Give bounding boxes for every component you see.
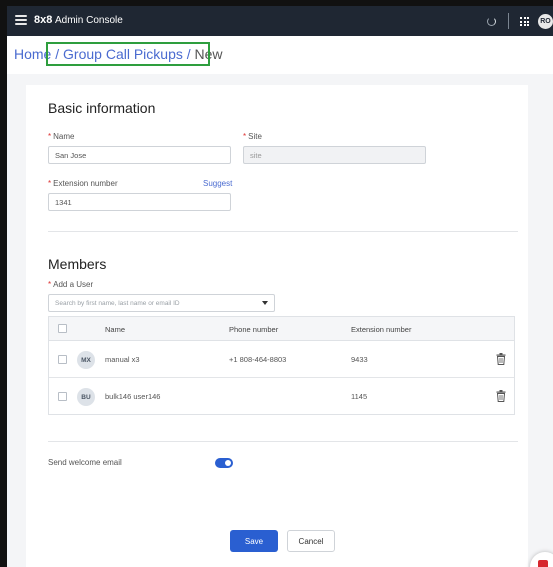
site-input: site bbox=[243, 146, 426, 164]
trash-icon[interactable] bbox=[496, 353, 506, 365]
loading-spinner-icon bbox=[487, 17, 496, 26]
highlight-box bbox=[46, 42, 210, 66]
basic-information-title: Basic information bbox=[48, 100, 156, 116]
member-extension: 1145 bbox=[351, 392, 368, 401]
name-input[interactable]: San Jose bbox=[48, 146, 231, 164]
brand-logo[interactable]: 8x8 bbox=[34, 14, 52, 26]
members-title: Members bbox=[48, 256, 107, 272]
row-checkbox[interactable] bbox=[58, 392, 67, 401]
user-avatar[interactable]: RO bbox=[538, 14, 553, 29]
suggest-link[interactable]: Suggest bbox=[203, 179, 232, 188]
app-title: Admin Console bbox=[55, 15, 123, 26]
save-button[interactable]: Save bbox=[230, 530, 278, 552]
extension-number-label: * Extension number bbox=[48, 179, 118, 188]
section-divider bbox=[48, 441, 518, 442]
send-welcome-email-toggle[interactable] bbox=[215, 458, 233, 468]
add-user-search-select[interactable]: Search by first name, last name or email… bbox=[48, 294, 275, 312]
toggle-knob bbox=[225, 460, 231, 466]
extension-number-input[interactable]: 1341 bbox=[48, 193, 231, 211]
apps-grid-icon[interactable] bbox=[520, 17, 529, 26]
help-widget-icon bbox=[538, 560, 548, 567]
table-row: BU bulk146 user146 1145 bbox=[49, 378, 514, 415]
column-header-name[interactable]: Name bbox=[105, 325, 125, 334]
member-avatar: MX bbox=[77, 351, 95, 369]
site-label: * Site bbox=[243, 132, 262, 141]
select-all-checkbox[interactable] bbox=[58, 324, 67, 333]
table-row: MX manual x3 +1 808-464-8803 9433 bbox=[49, 341, 514, 378]
cancel-button[interactable]: Cancel bbox=[287, 530, 335, 552]
chevron-down-icon bbox=[262, 301, 268, 305]
member-phone: +1 808-464-8803 bbox=[229, 355, 287, 364]
column-header-phone[interactable]: Phone number bbox=[229, 325, 278, 334]
member-name: bulk146 user146 bbox=[105, 392, 161, 401]
send-welcome-email-label: Send welcome email bbox=[48, 458, 122, 467]
members-table: Name Phone number Extension number MX ma… bbox=[48, 316, 515, 415]
name-label: * Name bbox=[48, 132, 75, 141]
trash-icon[interactable] bbox=[496, 390, 506, 402]
add-user-search-placeholder: Search by first name, last name or email… bbox=[55, 299, 180, 307]
member-avatar: BU bbox=[77, 388, 95, 406]
topbar-divider bbox=[508, 13, 509, 29]
top-navigation-bar: 8x8 Admin Console RO bbox=[7, 6, 553, 36]
breadcrumb-bar: Home / Group Call Pickups / New bbox=[7, 36, 553, 74]
column-header-extension[interactable]: Extension number bbox=[351, 325, 411, 334]
hamburger-menu-icon[interactable] bbox=[15, 15, 27, 25]
member-name: manual x3 bbox=[105, 355, 140, 364]
add-user-label: * Add a User bbox=[48, 280, 94, 289]
section-divider bbox=[48, 231, 518, 232]
window-frame-left bbox=[0, 0, 7, 567]
member-extension: 9433 bbox=[351, 355, 368, 364]
table-header: Name Phone number Extension number bbox=[49, 317, 514, 341]
row-checkbox[interactable] bbox=[58, 355, 67, 364]
